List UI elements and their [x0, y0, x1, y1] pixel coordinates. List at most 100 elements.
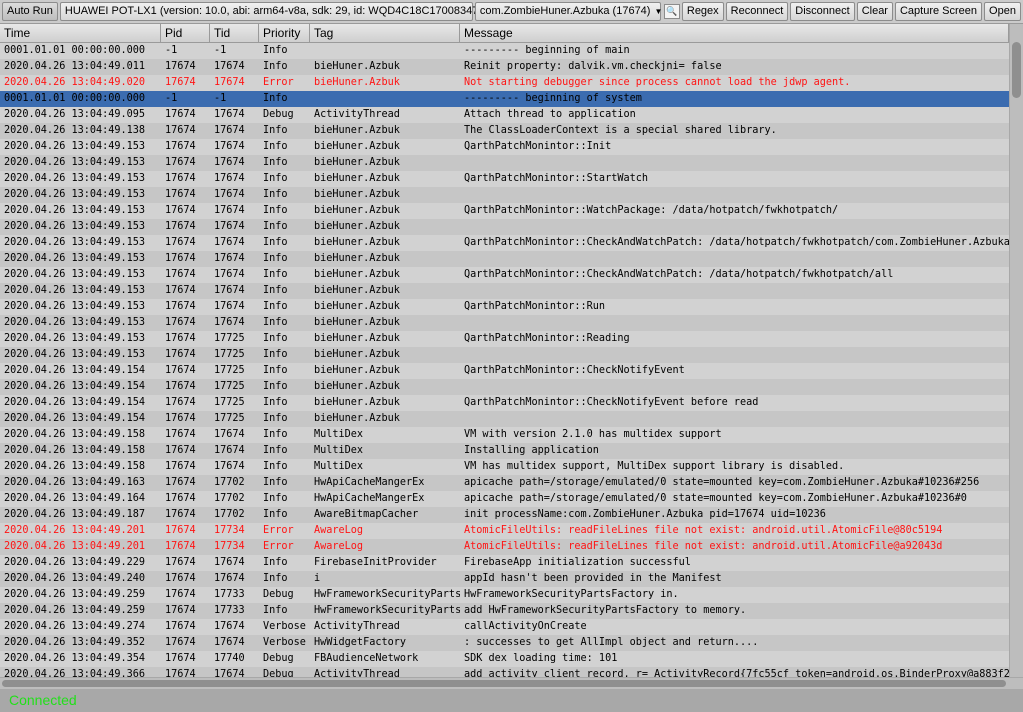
table-row[interactable]: 2020.04.26 13:04:49.011 17674 17674 Info bie… — [0, 59, 1009, 75]
cell-time: 2020.04.26 13:04:49.154 — [4, 365, 146, 376]
cell-message: appId hasn't been provided in the Manife… — [464, 573, 722, 584]
table-row[interactable]: 2020.04.26 13:04:49.153 17674 17674 Info bie… — [0, 251, 1009, 267]
table-row[interactable]: 2020.04.26 13:04:49.201 17674 17734 Error Aw… — [0, 539, 1009, 555]
cell-pid: 17674 — [165, 669, 196, 677]
cell-message: SDK dex loading time: 101 — [464, 653, 618, 664]
cell-time: 2020.04.26 13:04:49.201 — [4, 541, 146, 552]
table-row[interactable]: 2020.04.26 13:04:49.153 17674 17725 Info bie… — [0, 347, 1009, 363]
connection-status: Connected — [9, 692, 77, 708]
cell-message — [460, 315, 1009, 331]
table-row[interactable]: 2020.04.26 13:04:49.240 17674 17674 Info i ap… — [0, 571, 1009, 587]
cell-priority: Debug — [263, 653, 294, 664]
vertical-scrollbar[interactable] — [1009, 24, 1023, 677]
table-row[interactable]: 2020.04.26 13:04:49.158 17674 17674 Info Mul… — [0, 427, 1009, 443]
column-header-tid[interactable]: Tid — [210, 24, 259, 42]
process-dropdown[interactable]: com.ZombieHuner.Azbuka (17674) ▼ — [474, 2, 662, 21]
vertical-scroll-thumb[interactable] — [1012, 42, 1021, 98]
capture-screen-button[interactable]: Capture Screen — [894, 2, 983, 21]
column-header-pid[interactable]: Pid — [161, 24, 210, 42]
table-row[interactable]: 2020.04.26 13:04:49.153 17674 17674 Info bie… — [0, 235, 1009, 251]
cell-message: Not starting debugger since process cann… — [464, 77, 851, 88]
table-row[interactable]: 2020.04.26 13:04:49.259 17674 17733 Info HwF… — [0, 603, 1009, 619]
search-icon: 🔍 — [666, 6, 678, 16]
table-row[interactable]: 2020.04.26 13:04:49.164 17674 17702 Info HwA… — [0, 491, 1009, 507]
cell-pid: 17674 — [165, 253, 196, 264]
cell-pid: 17674 — [165, 349, 196, 360]
column-header-tag[interactable]: Tag — [310, 24, 460, 42]
table-row[interactable]: 2020.04.26 13:04:49.153 17674 17725 Info bie… — [0, 331, 1009, 347]
cell-message: add activity client record, r= ActivityR… — [464, 669, 1009, 677]
table-row[interactable]: 2020.04.26 13:04:49.158 17674 17674 Info Mul… — [0, 443, 1009, 459]
table-row[interactable]: 2020.04.26 13:04:49.138 17674 17674 Info bie… — [0, 123, 1009, 139]
cell-time: 2020.04.26 13:04:49.366 — [4, 669, 146, 677]
table-row[interactable]: 2020.04.26 13:04:49.095 17674 17674 Debug Ac… — [0, 107, 1009, 123]
column-header-message[interactable]: Message — [460, 24, 1009, 42]
cell-message — [460, 187, 1009, 203]
regex-toggle[interactable]: Regex — [681, 2, 724, 21]
cell-priority: Error — [263, 525, 294, 536]
cell-time: 2020.04.26 13:04:49.187 — [4, 509, 146, 520]
cell-tid: 17674 — [214, 301, 245, 312]
cell-pid: 17674 — [165, 573, 196, 584]
cell-time: 2020.04.26 13:04:49.095 — [4, 109, 146, 120]
cell-pid: 17674 — [165, 541, 196, 552]
cell-priority: Info — [263, 301, 288, 312]
table-row[interactable]: 2020.04.26 13:04:49.153 17674 17674 Info bie… — [0, 219, 1009, 235]
cell-message: QarthPatchMonintor::WatchPackage: /data/… — [464, 205, 839, 216]
table-row[interactable]: 2020.04.26 13:04:49.153 17674 17674 Info bie… — [0, 267, 1009, 283]
open-button[interactable]: Open — [984, 2, 1021, 21]
disconnect-button[interactable]: Disconnect — [790, 2, 855, 21]
table-row[interactable]: 0001.01.01 00:00:00.000 -1 -1 Info ---------… — [0, 43, 1009, 59]
reconnect-button[interactable]: Reconnect — [725, 2, 789, 21]
search-input[interactable]: 🔍 — [663, 4, 680, 19]
table-row[interactable]: 2020.04.26 13:04:49.229 17674 17674 Info Fir… — [0, 555, 1009, 571]
table-row[interactable]: 2020.04.26 13:04:49.354 17674 17740 Debug FB… — [0, 651, 1009, 667]
table-row[interactable]: 2020.04.26 13:04:49.153 17674 17674 Info bie… — [0, 283, 1009, 299]
table-row[interactable]: 2020.04.26 13:04:49.154 17674 17725 Info bie… — [0, 363, 1009, 379]
cell-pid: 17674 — [165, 525, 196, 536]
table-row[interactable]: 2020.04.26 13:04:49.153 17674 17674 Info bie… — [0, 315, 1009, 331]
table-row[interactable]: 2020.04.26 13:04:49.154 17674 17725 Info bie… — [0, 379, 1009, 395]
cell-message: --------- beginning of main — [464, 45, 630, 56]
cell-priority: Info — [263, 333, 288, 344]
cell-tid: 17674 — [214, 237, 245, 248]
table-row[interactable]: 2020.04.26 13:04:49.259 17674 17733 Debug Hw… — [0, 587, 1009, 603]
log-table-header: Time Pid Tid Priority Tag Message — [0, 24, 1009, 43]
table-row[interactable]: 2020.04.26 13:04:49.153 17674 17674 Info bie… — [0, 203, 1009, 219]
table-row[interactable]: 2020.04.26 13:04:49.163 17674 17702 Info HwA… — [0, 475, 1009, 491]
cell-pid: 17674 — [165, 445, 196, 456]
table-row[interactable]: 0001.01.01 00:00:00.000 -1 -1 Info ---------… — [0, 91, 1009, 107]
table-row[interactable]: 2020.04.26 13:04:49.153 17674 17674 Info bie… — [0, 139, 1009, 155]
table-row[interactable]: 2020.04.26 13:04:49.154 17674 17725 Info bie… — [0, 395, 1009, 411]
table-row[interactable]: 2020.04.26 13:04:49.154 17674 17725 Info bie… — [0, 411, 1009, 427]
table-row[interactable]: 2020.04.26 13:04:49.020 17674 17674 Error bi… — [0, 75, 1009, 91]
cell-tid: -1 — [214, 45, 227, 56]
cell-time: 2020.04.26 13:04:49.153 — [4, 237, 146, 248]
cell-tid: 17674 — [214, 189, 245, 200]
column-header-time[interactable]: Time — [0, 24, 161, 42]
auto-run-toggle[interactable]: Auto Run — [2, 2, 58, 21]
cell-tid: -1 — [214, 93, 227, 104]
table-row[interactable]: 2020.04.26 13:04:49.153 17674 17674 Info bie… — [0, 155, 1009, 171]
cell-time: 2020.04.26 13:04:49.153 — [4, 157, 146, 168]
table-row[interactable]: 2020.04.26 13:04:49.153 17674 17674 Info bie… — [0, 187, 1009, 203]
table-row[interactable]: 2020.04.26 13:04:49.153 17674 17674 Info bie… — [0, 299, 1009, 315]
table-row[interactable]: 2020.04.26 13:04:49.158 17674 17674 Info Mul… — [0, 459, 1009, 475]
column-header-priority[interactable]: Priority — [259, 24, 310, 42]
cell-priority: Info — [263, 445, 288, 456]
cell-priority: Info — [263, 253, 288, 264]
table-row[interactable]: 2020.04.26 13:04:49.187 17674 17702 Info Awa… — [0, 507, 1009, 523]
table-row[interactable]: 2020.04.26 13:04:49.366 17674 17674 Debug Ac… — [0, 667, 1009, 677]
device-dropdown[interactable]: HUAWEI POT-LX1 (version: 10.0, abi: arm6… — [59, 2, 494, 21]
table-row[interactable]: 2020.04.26 13:04:49.153 17674 17674 Info bie… — [0, 171, 1009, 187]
cell-pid: 17674 — [165, 237, 196, 248]
table-row[interactable]: 2020.04.26 13:04:49.201 17674 17734 Error Aw… — [0, 523, 1009, 539]
table-row[interactable]: 2020.04.26 13:04:49.274 17674 17674 Verbose… — [0, 619, 1009, 635]
horizontal-scrollbar[interactable] — [0, 677, 1023, 689]
cell-message: --------- beginning of system — [464, 93, 642, 104]
table-row[interactable]: 2020.04.26 13:04:49.352 17674 17674 Verbose… — [0, 635, 1009, 651]
horizontal-scroll-thumb[interactable] — [2, 680, 1006, 687]
status-bar: Connected — [0, 689, 1023, 712]
clear-button[interactable]: Clear — [856, 2, 893, 21]
cell-pid: 17674 — [165, 637, 196, 648]
